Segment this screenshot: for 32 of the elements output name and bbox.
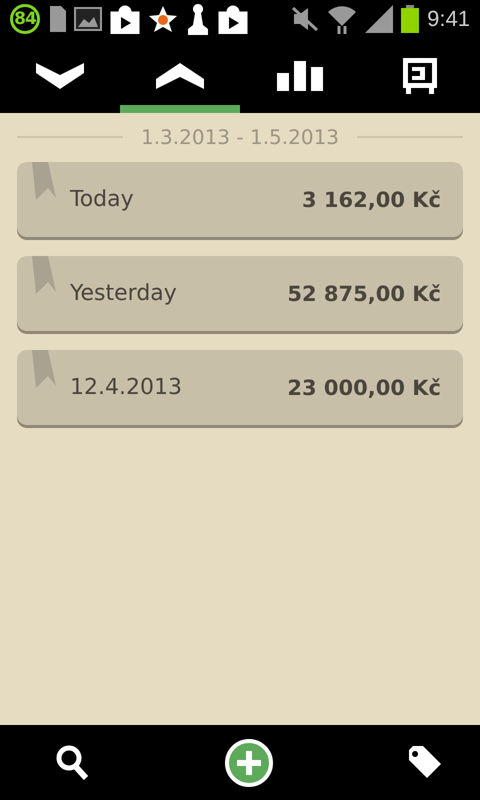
entry-label: Today	[70, 187, 135, 212]
summary-card[interactable]: 12.4.2013 23 000,00 Kč	[17, 350, 463, 425]
clock: 9:41	[427, 6, 470, 32]
bookmark-ribbon-icon	[32, 162, 56, 200]
tag-icon[interactable]	[409, 746, 441, 780]
play-store-icon	[110, 4, 140, 34]
signal-icon	[365, 5, 394, 33]
pawn-icon	[186, 3, 210, 35]
bookmark-ribbon-icon	[32, 350, 56, 388]
chevron-up-icon	[156, 62, 204, 88]
image-icon	[74, 7, 102, 31]
bar-chart-icon	[277, 60, 323, 90]
bookmark-ribbon-icon	[32, 256, 56, 294]
cabinet-icon	[403, 58, 437, 94]
wifi-icon	[327, 4, 358, 34]
summary-card[interactable]: Yesterday 52 875,00 Kč	[17, 256, 463, 331]
sd-card-icon	[48, 6, 66, 32]
entry-amount: 52 875,00 Kč	[287, 282, 441, 306]
muted-speaker-icon	[291, 6, 320, 32]
entry-amount: 23 000,00 Kč	[287, 376, 441, 400]
entry-label: 12.4.2013	[70, 375, 183, 400]
battery-percent-badge: 84	[10, 4, 40, 34]
summary-card[interactable]: Today 3 162,00 Kč	[17, 162, 463, 237]
date-range: 1.3.2013 - 1.5.2013	[140, 125, 340, 149]
battery-icon	[401, 5, 420, 33]
add-icon[interactable]	[225, 738, 273, 786]
chevron-down-icon	[36, 62, 84, 88]
play-store-icon	[218, 4, 248, 34]
entry-amount: 3 162,00 Kč	[302, 188, 441, 212]
star-icon	[148, 5, 178, 33]
entry-label: Yesterday	[70, 281, 178, 306]
search-icon[interactable]	[56, 744, 90, 780]
